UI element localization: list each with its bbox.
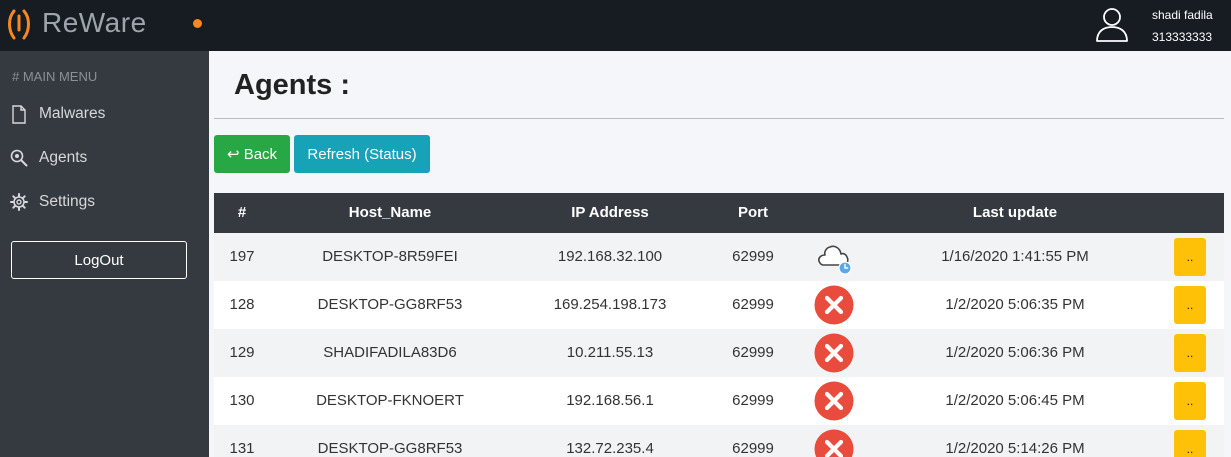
cell-id: 128 [229, 296, 255, 313]
cell-status [796, 233, 872, 281]
cell-status [796, 377, 872, 425]
row-action-button[interactable]: .. [1174, 238, 1206, 276]
row-action-button[interactable]: .. [1174, 334, 1206, 372]
cell-actions: .. [1158, 233, 1224, 281]
column-header-host-name[interactable]: Host_Name [270, 193, 510, 233]
cell-last-update: 1/2/2020 5:06:36 PM [945, 344, 1085, 361]
divider [214, 118, 1224, 119]
offline-x-icon [814, 333, 854, 373]
logo-icon [8, 9, 30, 40]
cell-host-name: DESKTOP-GG8RF53 [317, 440, 463, 457]
cell-last-update: 1/2/2020 5:14:26 PM [945, 440, 1085, 457]
cell-host-name: DESKTOP-FKNOERT [316, 392, 464, 409]
cell-port: 62999 [732, 392, 774, 409]
cell-port: 62999 [732, 440, 774, 457]
cell-ip-address: 132.72.235.4 [566, 440, 654, 457]
cell-id: 197 [229, 248, 255, 265]
sidebar-item-label: Agents [39, 149, 88, 166]
cell-host-name: SHADIFADILA83D6 [323, 344, 457, 361]
page-title: Agents : [234, 69, 350, 101]
cell-status [796, 281, 872, 329]
column-header-port[interactable]: Port [710, 193, 796, 233]
agents-table: # Host_Name IP Address Port Last update … [214, 193, 1224, 457]
logo-dot [193, 19, 202, 28]
cell-actions: .. [1158, 329, 1224, 377]
refresh-status-button[interactable]: Refresh (Status) [294, 135, 430, 173]
cell-actions: .. [1158, 281, 1224, 329]
sidebar-item-agents[interactable]: Agents [0, 138, 209, 178]
sidebar-item-label: Malwares [39, 105, 106, 122]
column-header-last-update[interactable]: Last update [872, 193, 1158, 233]
cell-status [796, 329, 872, 377]
cell-actions: .. [1158, 377, 1224, 425]
column-header-id[interactable]: # [214, 193, 270, 233]
cell-id: 129 [229, 344, 255, 361]
sidebar-item-malwares[interactable]: Malwares [0, 94, 209, 134]
offline-x-icon [814, 381, 854, 421]
cell-id: 131 [229, 440, 255, 457]
sidebar: # MAIN MENU Malwares Agents Settings Log… [0, 51, 209, 457]
column-header-status [796, 193, 872, 233]
cell-ip-address: 169.254.198.173 [553, 296, 667, 313]
table-row[interactable]: 130 DESKTOP-FKNOERT 192.168.56.1 62999 1… [214, 377, 1224, 425]
cell-actions: .. [1158, 425, 1224, 457]
cell-port: 62999 [732, 296, 774, 313]
offline-x-icon [814, 285, 854, 325]
user-icon[interactable] [1094, 5, 1130, 43]
table-row[interactable]: 128 DESKTOP-GG8RF53 169.254.198.173 6299… [214, 281, 1224, 329]
user-id: 313333333 [1152, 30, 1213, 44]
search-icon [9, 148, 29, 168]
cell-port: 62999 [732, 344, 774, 361]
cell-id: 130 [229, 392, 255, 409]
cell-last-update: 1/16/2020 1:41:55 PM [941, 248, 1089, 265]
sidebar-item-settings[interactable]: Settings [0, 182, 209, 222]
table-row[interactable]: 197 DESKTOP-8R59FEI 192.168.32.100 62999… [214, 233, 1224, 281]
cell-status [796, 425, 872, 457]
top-bar: ReWare shadi fadila 313333333 [0, 0, 1231, 51]
sidebar-item-label: Settings [39, 193, 96, 210]
cloud-clock-icon [818, 245, 852, 275]
logout-button[interactable]: LogOut [11, 241, 187, 279]
row-action-button[interactable]: .. [1174, 430, 1206, 457]
file-icon [9, 104, 29, 124]
column-header-ip-address[interactable]: IP Address [510, 193, 710, 233]
cell-ip-address: 10.211.55.13 [566, 344, 654, 361]
main-content: Agents : ↩ Back Refresh (Status) # Host_… [209, 51, 1231, 457]
offline-x-icon [814, 429, 854, 457]
cell-host-name: DESKTOP-8R59FEI [322, 248, 458, 265]
table-row[interactable]: 129 SHADIFADILA83D6 10.211.55.13 62999 1… [214, 329, 1224, 377]
table-row[interactable]: 131 DESKTOP-GG8RF53 132.72.235.4 62999 1… [214, 425, 1224, 457]
menu-header: # MAIN MENU [12, 69, 98, 84]
cell-last-update: 1/2/2020 5:06:35 PM [945, 296, 1085, 313]
table-header: # Host_Name IP Address Port Last update [214, 193, 1224, 233]
back-button[interactable]: ↩ Back [214, 135, 290, 173]
cell-ip-address: 192.168.56.1 [566, 392, 654, 409]
cell-port: 62999 [732, 248, 774, 265]
cell-last-update: 1/2/2020 5:06:45 PM [945, 392, 1085, 409]
row-action-button[interactable]: .. [1174, 382, 1206, 420]
column-header-actions [1158, 193, 1224, 233]
cell-ip-address: 192.168.32.100 [557, 248, 663, 265]
app-name: ReWare [42, 7, 147, 38]
cell-host-name: DESKTOP-GG8RF53 [317, 296, 463, 313]
user-name: shadi fadila [1152, 8, 1213, 22]
gear-icon [9, 192, 29, 212]
row-action-button[interactable]: .. [1174, 286, 1206, 324]
